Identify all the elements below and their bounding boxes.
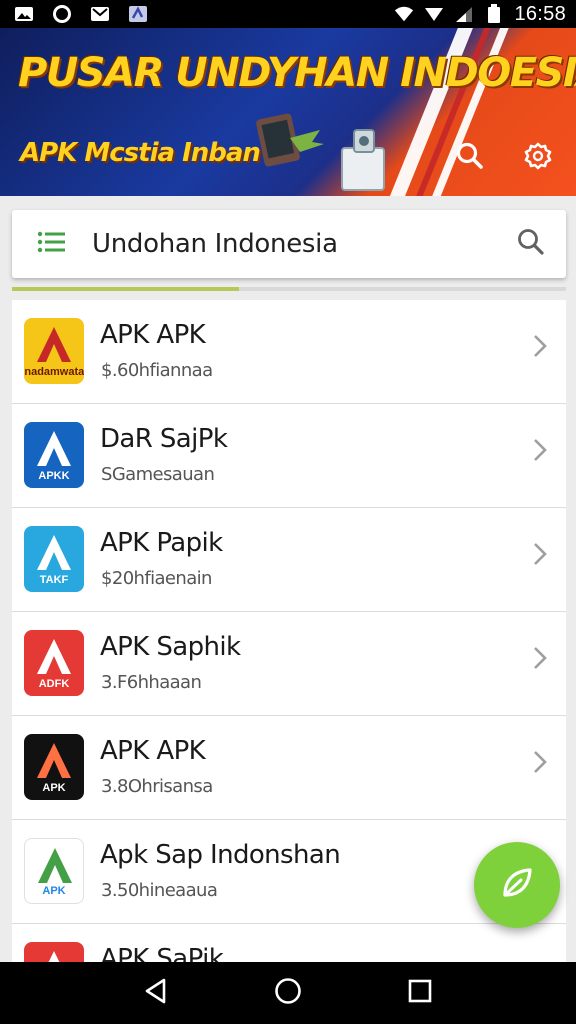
app-logo-glyph [37, 327, 71, 362]
app-icon-label: Pnadamwatab [24, 366, 84, 378]
app-subtitle: 3.8Ohrisansa [101, 776, 213, 797]
chevron-right-icon [534, 335, 547, 357]
recents-button[interactable] [390, 963, 450, 1023]
edit-fab-button[interactable] [474, 842, 560, 928]
app-list-item[interactable]: Pnadamwatab APK APK $.60hfiannaa [12, 300, 566, 404]
home-icon [273, 976, 303, 1011]
app-subtitle: 3.F6hhaaan [101, 672, 202, 693]
app-icon-label: APK [42, 782, 66, 794]
app-list-item[interactable]: APKK DaR SajPk SGamesauan [12, 404, 566, 508]
app-icon: ADFK [24, 630, 84, 696]
chevron-right-icon [534, 439, 547, 461]
signal-bars-icon [454, 5, 474, 23]
app-icon [128, 5, 148, 23]
loading-progress [12, 287, 566, 291]
search-icon [455, 141, 485, 176]
banner-illustration [250, 108, 400, 196]
clock: 16:58 [514, 2, 566, 25]
header-banner: PUSAR UNDYHAN INDOESIA APK Mcstia Inban [0, 28, 576, 196]
app-icon-label: APK [42, 885, 66, 897]
banner-search-button[interactable] [448, 136, 492, 180]
app-icon: APK [24, 734, 84, 800]
app-icon: TAKF [24, 526, 84, 592]
banner-title: PUSAR UNDYHAN INDOESIA [18, 50, 576, 96]
chevron-right-icon [534, 543, 547, 565]
navigation-bar [0, 962, 576, 1024]
status-right: 16:58 [394, 3, 566, 26]
banner-subtitle: APK Mcstia Inban [20, 138, 261, 168]
app-logo-glyph [38, 848, 72, 883]
leaf-icon [497, 863, 537, 908]
app-title: DaR SajPk [100, 424, 228, 454]
menu-icon [37, 231, 67, 258]
app-icon: APK [24, 838, 84, 904]
search-bar: Undohan Indonesia [12, 210, 566, 278]
app-list-item[interactable]: TAKF APK Papik $20hfiaenain [12, 508, 566, 612]
app-title: APK Saphik [100, 632, 241, 662]
banner-settings-button[interactable] [516, 136, 560, 180]
settings-icon [523, 141, 553, 176]
app-icon-label: APKK [38, 470, 70, 482]
app-title: APK APK [100, 320, 206, 350]
home-button[interactable] [258, 963, 318, 1023]
app-subtitle: SGamesauan [101, 464, 215, 485]
app-list-item[interactable]: ADFK APK Saphik 3.F6hhaaan [12, 612, 566, 716]
app-list-item[interactable]: APK APK APK 3.8Ohrisansa [12, 716, 566, 820]
circle-icon [52, 5, 72, 23]
app-logo-glyph [37, 743, 71, 778]
app-subtitle: $20hfiaenain [101, 568, 212, 589]
app-title: APK APK [100, 736, 206, 766]
battery-icon [484, 4, 504, 23]
mail-icon [90, 5, 110, 23]
back-icon [142, 977, 170, 1010]
app-title: Apk Sap Indonshan [100, 840, 341, 870]
app-icon-label: TAKF [39, 574, 69, 586]
app-icon: APKK [24, 422, 84, 488]
gallery-icon [14, 5, 34, 23]
app-title: APK Papik [100, 528, 223, 558]
app-list: Pnadamwatab APK APK $.60hfiannaa APKK DaR Sa… [12, 300, 566, 1024]
progress-fill [12, 287, 240, 291]
signal-icon [424, 5, 444, 23]
app-icon: Pnadamwatab [24, 318, 84, 384]
status-bar: 16:58 [0, 0, 576, 28]
chevron-right-icon [534, 647, 547, 669]
recents-icon [407, 978, 433, 1009]
search-button[interactable] [496, 210, 566, 278]
wifi-icon [394, 5, 414, 23]
app-subtitle: 3.50hineaaua [101, 880, 218, 901]
app-subtitle: $.60hfiannaa [101, 360, 213, 381]
chevron-right-icon [534, 751, 547, 773]
app-icon-label: ADFK [38, 678, 70, 690]
menu-button[interactable] [12, 210, 92, 278]
search-icon [516, 227, 546, 262]
search-input[interactable]: Undohan Indonesia [92, 229, 496, 259]
app-logo-glyph [37, 535, 71, 570]
screen: 16:58 PUSAR UNDYHAN INDOESIA APK Mcstia … [0, 0, 576, 1024]
status-left [14, 5, 148, 23]
app-logo-glyph [37, 431, 71, 466]
back-button[interactable] [126, 963, 186, 1023]
app-logo-glyph [37, 639, 71, 674]
